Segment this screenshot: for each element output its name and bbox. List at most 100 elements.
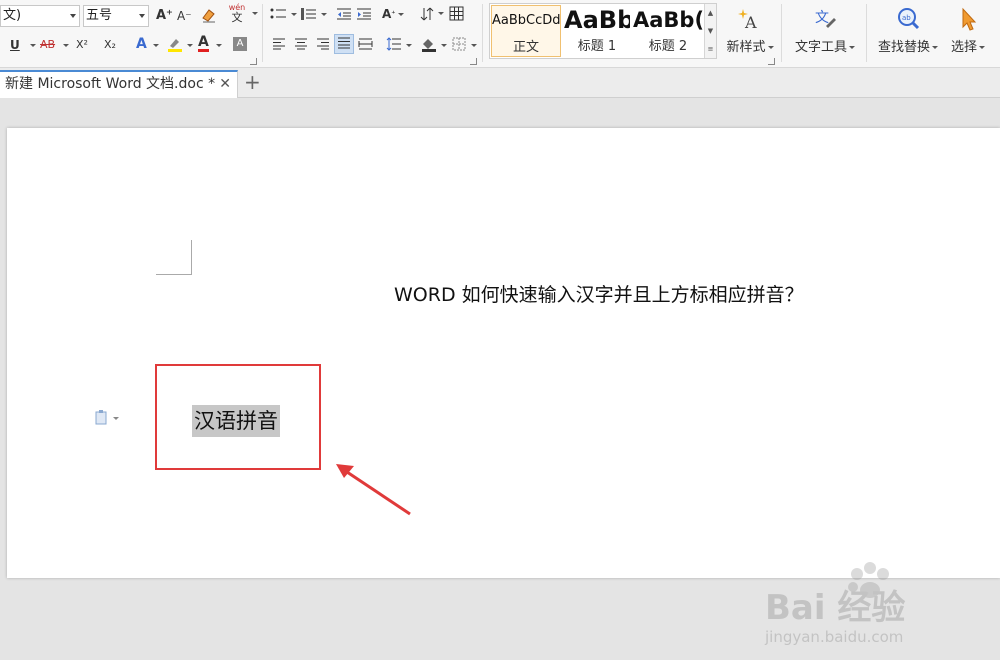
- document-title-line[interactable]: WORD 如何快速输入汉字并且上方标相应拼音？: [394, 280, 804, 307]
- new-tab-button[interactable]: +: [244, 71, 261, 93]
- numbered-list-icon: [301, 8, 316, 20]
- strikethrough-button[interactable]: AB: [40, 37, 55, 53]
- font-dialog-launcher[interactable]: [250, 58, 257, 65]
- text-direction-button[interactable]: A⁺: [382, 6, 404, 22]
- chevron-down-icon[interactable]: [153, 44, 159, 47]
- chevron-down-icon: [139, 14, 145, 18]
- font-color-button[interactable]: A: [198, 35, 209, 52]
- new-style-button[interactable]: A 新样式: [722, 6, 778, 55]
- pinyin-guide-bottom: 文: [231, 11, 243, 24]
- svg-text:A: A: [744, 13, 757, 32]
- character-shading-button[interactable]: A: [233, 37, 247, 51]
- sort-icon: [420, 7, 434, 21]
- bullet-list-button[interactable]: [270, 7, 288, 25]
- justify-button[interactable]: [334, 34, 354, 54]
- font-name-combo[interactable]: 文): [0, 5, 80, 27]
- paragraph-dialog-launcher[interactable]: [470, 58, 477, 65]
- styles-dialog-launcher[interactable]: [768, 58, 775, 65]
- borders-button[interactable]: [452, 37, 466, 55]
- style-heading-1-sample: AaBb: [564, 6, 630, 34]
- select-label: 选择: [950, 40, 977, 55]
- separator: [262, 4, 263, 62]
- text-effect-button[interactable]: A: [136, 36, 147, 52]
- style-heading-2-sample: AaBb(: [633, 8, 703, 32]
- selected-text[interactable]: 汉语拼音: [192, 405, 280, 437]
- chevron-down-icon[interactable]: [471, 44, 477, 47]
- chevron-down-icon[interactable]: [291, 13, 297, 16]
- chevron-down-icon[interactable]: [187, 44, 193, 47]
- style-heading-2[interactable]: AaBb( 标题 2: [633, 5, 703, 57]
- chevron-down-icon[interactable]: [406, 44, 412, 47]
- subscript-button[interactable]: X₂: [104, 37, 116, 53]
- font-size-value: 五号: [86, 8, 113, 23]
- decrease-indent-button[interactable]: [336, 7, 352, 25]
- style-gallery: AaBbCcDd 正文 AaBb 标题 1 AaBb( 标题 2 ▲ ▼ ≡: [489, 3, 717, 59]
- gallery-expand-icon[interactable]: ≡: [705, 40, 716, 58]
- chevron-down-icon[interactable]: [63, 44, 69, 47]
- eraser-icon: [202, 9, 215, 23]
- align-left-button[interactable]: [272, 38, 286, 54]
- highlighter-icon: [168, 39, 182, 52]
- svg-text:文: 文: [815, 10, 829, 26]
- style-normal[interactable]: AaBbCcDd 正文: [491, 5, 561, 57]
- annotation-arrow-icon: [336, 464, 411, 516]
- chevron-down-icon[interactable]: [216, 44, 222, 47]
- paragraph-shading-button[interactable]: [420, 36, 438, 56]
- grow-font-button[interactable]: A⁺: [156, 8, 173, 24]
- align-center-button[interactable]: [294, 38, 308, 54]
- style-heading-1-label: 标题 1: [577, 39, 617, 54]
- paste-options-button[interactable]: [95, 410, 121, 426]
- close-icon[interactable]: ✕: [219, 72, 231, 96]
- margin-corner-mark: [156, 240, 192, 275]
- select-button[interactable]: 选择: [946, 6, 990, 55]
- text-tools-icon: 文: [815, 10, 836, 28]
- align-center-icon: [295, 38, 307, 50]
- sort-button[interactable]: [420, 6, 434, 26]
- chevron-down-icon[interactable]: [252, 12, 258, 15]
- gallery-scrollbar[interactable]: ▲ ▼ ≡: [704, 4, 716, 58]
- find-replace-button[interactable]: ab 查找替换: [873, 6, 943, 55]
- font-size-combo[interactable]: 五号: [83, 5, 149, 27]
- align-right-icon: [317, 38, 329, 50]
- text-tools-button[interactable]: 文 文字工具: [790, 6, 860, 55]
- indent-icon: [357, 8, 371, 20]
- numbered-list-button[interactable]: [300, 7, 318, 25]
- align-justify-icon: [338, 37, 350, 49]
- svg-text:ab: ab: [902, 14, 911, 22]
- style-heading-1[interactable]: AaBb 标题 1: [564, 5, 630, 57]
- chevron-down-icon[interactable]: [30, 44, 36, 47]
- clear-format-button[interactable]: [200, 6, 218, 28]
- chevron-down-icon[interactable]: ▼: [705, 22, 716, 40]
- pinyin-guide-button[interactable]: wén 文: [226, 3, 248, 24]
- chevron-down-icon[interactable]: [438, 12, 444, 15]
- watermark-brand: Bai 经验: [765, 588, 906, 628]
- separator: [866, 4, 867, 62]
- baidu-watermark: Bai 经验 jingyan.baidu.com: [765, 556, 955, 656]
- superscript-button[interactable]: X²: [76, 37, 88, 53]
- underline-button[interactable]: U: [10, 37, 20, 53]
- distributed-button[interactable]: [358, 38, 373, 54]
- style-normal-label: 正文: [512, 40, 539, 55]
- chevron-down-icon[interactable]: [321, 13, 327, 16]
- chevron-up-icon[interactable]: ▲: [705, 4, 716, 22]
- chevron-down-icon[interactable]: [441, 44, 447, 47]
- find-replace-label: 查找替换: [877, 40, 930, 55]
- table-button[interactable]: [449, 6, 464, 25]
- watermark-url: jingyan.baidu.com: [765, 628, 904, 646]
- shrink-font-button[interactable]: A⁻: [177, 8, 192, 24]
- search-icon: ab: [898, 8, 920, 30]
- chevron-down-icon: [70, 14, 76, 18]
- separator: [781, 4, 782, 62]
- align-right-button[interactable]: [316, 38, 330, 54]
- highlight-button[interactable]: [166, 35, 184, 57]
- style-heading-2-label: 标题 2: [648, 39, 688, 54]
- document-page[interactable]: WORD 如何快速输入汉字并且上方标相应拼音？ 汉语拼音: [7, 128, 1000, 578]
- increase-indent-button[interactable]: [356, 7, 372, 25]
- borders-icon: [452, 37, 466, 51]
- ribbon-toolbar: 文) 五号 A⁺ A⁻ wén 文 U AB X² X₂ A A A A⁺ Aa…: [0, 0, 1000, 68]
- cursor-arrow-icon: [962, 7, 977, 31]
- line-spacing-button[interactable]: [386, 37, 402, 55]
- paste-options-icon: [95, 410, 119, 425]
- line-spacing-icon: [386, 37, 401, 51]
- document-tab[interactable]: 新建 Microsoft Word 文档.doc * ✕: [0, 70, 238, 98]
